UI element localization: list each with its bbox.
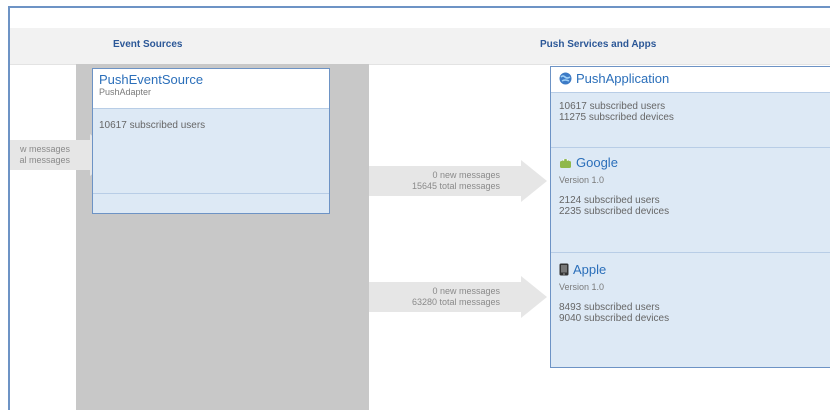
incoming-total-messages: al messages bbox=[19, 155, 70, 165]
apple-new-messages: 0 new messages bbox=[432, 286, 500, 296]
topology-view: Event Sources Push Services and Apps w m… bbox=[8, 6, 830, 410]
phone-icon bbox=[559, 263, 569, 279]
apple-users: 8493 subscribed users bbox=[559, 302, 660, 313]
push-application-title[interactable]: PushApplication bbox=[576, 71, 669, 86]
column-header-bar: Event Sources Push Services and Apps bbox=[10, 28, 830, 65]
google-total-messages: 15645 total messages bbox=[411, 181, 500, 191]
event-sources-heading: Event Sources bbox=[113, 39, 183, 50]
push-application-section[interactable]: PushApplication 10617 subscribed users 1… bbox=[551, 67, 830, 147]
apple-title[interactable]: Apple bbox=[573, 262, 606, 277]
apple-section[interactable]: Apple Version 1.0 8493 subscribed users … bbox=[551, 252, 830, 367]
apple-devices: 9040 subscribed devices bbox=[559, 313, 670, 324]
incoming-new-messages: w messages bbox=[19, 144, 70, 154]
google-version: Version 1.0 bbox=[559, 175, 605, 185]
android-icon bbox=[559, 157, 572, 172]
globe-icon bbox=[559, 72, 572, 88]
push-application-devices: 11275 subscribed devices bbox=[559, 112, 674, 123]
apple-total-messages: 63280 total messages bbox=[411, 297, 500, 307]
push-event-source-card[interactable]: PushEventSource PushAdapter 10617 subscr… bbox=[92, 68, 330, 214]
push-services-card: PushApplication 10617 subscribed users 1… bbox=[550, 66, 830, 368]
google-new-messages: 0 new messages bbox=[432, 170, 500, 180]
push-services-heading: Push Services and Apps bbox=[540, 39, 657, 50]
google-devices: 2235 subscribed devices bbox=[559, 206, 670, 217]
apple-version: Version 1.0 bbox=[559, 282, 605, 292]
push-application-users: 10617 subscribed users bbox=[559, 101, 666, 112]
google-title[interactable]: Google bbox=[576, 155, 618, 170]
event-source-users: 10617 subscribed users bbox=[99, 120, 206, 131]
google-users: 2124 subscribed users bbox=[559, 195, 660, 206]
event-source-subtitle: PushAdapter bbox=[99, 87, 152, 97]
event-source-title[interactable]: PushEventSource bbox=[99, 72, 323, 87]
google-section[interactable]: Google Version 1.0 2124 subscribed users… bbox=[551, 147, 830, 252]
